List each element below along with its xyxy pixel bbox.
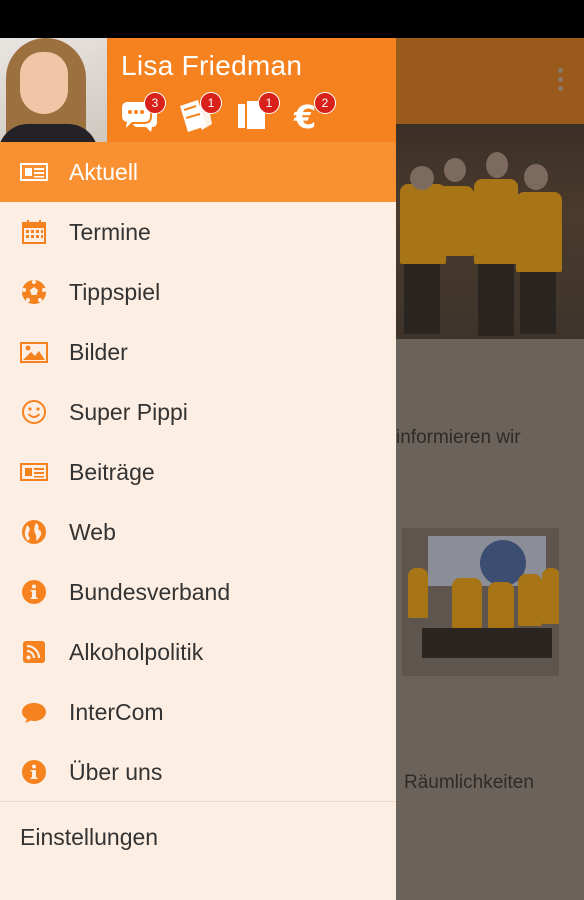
divider bbox=[0, 801, 396, 802]
overflow-menu-icon[interactable] bbox=[558, 68, 564, 95]
badge-count: 3 bbox=[144, 92, 166, 114]
badge-count: 1 bbox=[200, 92, 222, 114]
nav-item-aktuell[interactable]: Aktuell bbox=[0, 142, 396, 202]
newspaper-icon bbox=[20, 163, 48, 181]
nav-item-bundesverband[interactable]: Bundesverband bbox=[0, 562, 396, 622]
rss-icon bbox=[23, 641, 45, 663]
avatar[interactable] bbox=[0, 38, 107, 142]
nav-label: Bilder bbox=[69, 339, 128, 365]
nav-label: Aktuell bbox=[69, 159, 139, 185]
nav-label: Bundesverband bbox=[69, 579, 231, 605]
group-photo bbox=[396, 124, 584, 339]
info-icon bbox=[22, 760, 46, 784]
tickets-icon[interactable]: 1 bbox=[176, 92, 222, 136]
user-name: Lisa Friedman bbox=[121, 50, 303, 81]
calendar-icon bbox=[22, 220, 46, 244]
drawer-header: Lisa Friedman 3 1 1 € 2 bbox=[0, 38, 396, 142]
chat-bubble-icon bbox=[22, 703, 46, 723]
settings-link[interactable]: Einstellungen bbox=[20, 824, 158, 851]
nav-label: Super Pippi bbox=[69, 399, 188, 425]
status-bar bbox=[0, 0, 584, 38]
nav-label: Tippspiel bbox=[69, 279, 161, 305]
nav-item-tippspiel[interactable]: Tippspiel bbox=[0, 262, 396, 322]
nav-label: Alkoholpolitik bbox=[69, 639, 204, 665]
nav-item-beitraege[interactable]: Beiträge bbox=[0, 442, 396, 502]
nav-item-alkoholpolitik[interactable]: Alkoholpolitik bbox=[0, 622, 396, 682]
nav-item-intercom[interactable]: InterCom bbox=[0, 682, 396, 742]
background-toolbar bbox=[396, 38, 584, 124]
nav-label: Web bbox=[69, 519, 116, 545]
globe-icon bbox=[22, 520, 46, 544]
background-text-line: informieren wir bbox=[396, 427, 521, 448]
background-text-line: Räumlichkeiten bbox=[404, 772, 534, 793]
svg-text:€: € bbox=[293, 98, 316, 136]
documents-icon[interactable]: 1 bbox=[234, 92, 280, 136]
soccer-ball-icon bbox=[22, 280, 46, 304]
nav-item-web[interactable]: Web bbox=[0, 502, 396, 562]
nav-label: Beiträge bbox=[69, 459, 155, 485]
navigation-drawer: Lisa Friedman 3 1 1 € 2 Aktuell Termine … bbox=[0, 38, 396, 900]
chat-bubbles-icon[interactable]: 3 bbox=[120, 92, 166, 136]
event-photo bbox=[402, 528, 559, 676]
info-icon bbox=[22, 580, 46, 604]
nav-item-super-pippi[interactable]: Super Pippi bbox=[0, 382, 396, 442]
nav-item-termine[interactable]: Termine bbox=[0, 202, 396, 262]
nav-label: Termine bbox=[69, 219, 151, 245]
background-content: informieren wir Räumlichkeiten bbox=[396, 38, 584, 900]
image-icon bbox=[20, 342, 48, 363]
nav-label: InterCom bbox=[69, 699, 164, 725]
nav-item-bilder[interactable]: Bilder bbox=[0, 322, 396, 382]
euro-icon[interactable]: € 2 bbox=[290, 92, 336, 136]
smiley-icon bbox=[22, 400, 46, 424]
badge-count: 2 bbox=[314, 92, 336, 114]
newspaper-icon bbox=[20, 463, 48, 481]
nav-item-ueber-uns[interactable]: Über uns bbox=[0, 742, 396, 802]
nav-label: Über uns bbox=[69, 759, 163, 785]
badge-count: 1 bbox=[258, 92, 280, 114]
